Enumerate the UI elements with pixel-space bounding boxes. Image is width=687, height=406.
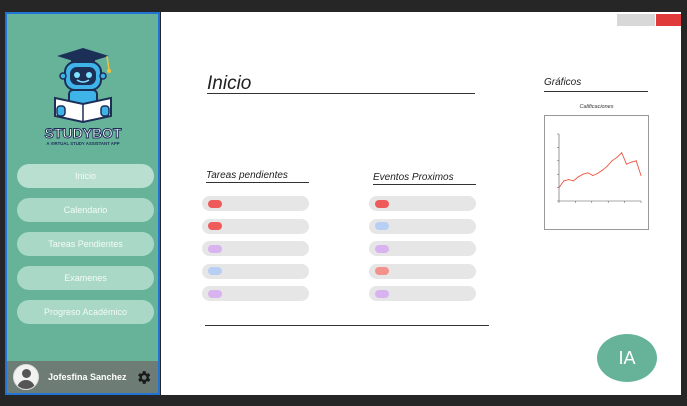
sidebar-item-inicio[interactable]: Inicio — [17, 164, 154, 188]
data-point — [635, 160, 637, 162]
task-item[interactable] — [202, 241, 309, 256]
close-button[interactable] — [656, 14, 681, 26]
event-priority-dot — [375, 267, 389, 275]
task-priority-dot — [208, 222, 222, 230]
sidebar-item-tareas-pendientes[interactable]: Tareas Pendientes — [17, 232, 154, 256]
tasks-divider — [206, 182, 309, 183]
data-point — [626, 163, 628, 165]
task-priority-dot — [208, 244, 222, 253]
data-point — [606, 165, 608, 167]
ia-assistant-button[interactable]: IA — [597, 334, 657, 382]
grades-chart: Calificaciones — [544, 104, 649, 230]
page-title: Inicio — [207, 73, 252, 94]
events-title: Eventos Proximos — [373, 172, 454, 183]
events-divider — [373, 184, 476, 185]
data-point — [621, 152, 623, 154]
user-avatar-icon[interactable] — [13, 364, 39, 390]
data-point — [630, 161, 632, 163]
task-priority-dot — [208, 289, 222, 298]
sidebar-item-progreso-academico[interactable]: Progreso Académico — [17, 300, 154, 324]
studybot-logo: STUDYBOT A VIRTUAL STUDY ASSISTANT APP — [44, 48, 122, 146]
task-item[interactable] — [202, 286, 309, 301]
data-point — [597, 173, 599, 175]
event-priority-dot — [375, 244, 389, 253]
event-item[interactable] — [369, 286, 476, 301]
data-point — [640, 175, 642, 177]
chart-title: Calificaciones — [579, 104, 614, 110]
brand-name: STUDYBOT — [45, 125, 122, 141]
gear-icon[interactable] — [135, 369, 152, 386]
task-item[interactable] — [202, 196, 309, 211]
brand-tagline: A VIRTUAL STUDY ASSISTANT APP — [46, 141, 119, 146]
data-point — [587, 172, 589, 174]
task-priority-dot — [208, 267, 222, 275]
series-line — [558, 151, 642, 188]
data-point — [577, 176, 579, 178]
data-point — [572, 180, 574, 182]
charts-divider — [544, 91, 648, 92]
event-priority-dot — [375, 222, 389, 230]
minimize-button[interactable] — [617, 14, 655, 26]
app-window: STUDYBOT A VIRTUAL STUDY ASSISTANT APP I… — [0, 0, 687, 406]
data-point — [592, 175, 594, 177]
sidebar-item-calendario[interactable]: Calendario — [17, 198, 154, 222]
sidebar: STUDYBOT A VIRTUAL STUDY ASSISTANT APP I… — [5, 12, 160, 395]
event-item[interactable] — [369, 263, 476, 279]
title-divider — [207, 93, 475, 94]
charts-title: Gráficos — [544, 77, 582, 88]
main-panel: Inicio Tareas pendientes Eventos Proximo… — [161, 12, 681, 395]
task-item[interactable] — [202, 218, 309, 234]
data-point — [568, 179, 570, 181]
events-list — [369, 196, 476, 309]
event-item[interactable] — [369, 241, 476, 256]
tasks-list — [202, 196, 309, 309]
chart-axes — [558, 134, 641, 202]
user-name: Jofesfina Sanchez — [48, 372, 127, 382]
tasks-title: Tareas pendientes — [206, 170, 288, 181]
content-divider — [205, 325, 489, 326]
sidebar-nav: Inicio Calendario Tareas Pendientes Exam… — [17, 164, 154, 334]
data-point — [563, 180, 565, 182]
sidebar-item-examenes[interactable]: Examenes — [17, 266, 154, 290]
task-priority-dot — [208, 199, 222, 208]
data-point — [558, 187, 560, 189]
data-point — [616, 156, 618, 158]
event-item[interactable] — [369, 218, 476, 234]
grades-chart-svg — [557, 133, 642, 203]
user-bar: Jofesfina Sanchez — [7, 361, 158, 393]
data-point — [601, 169, 603, 171]
event-item[interactable] — [369, 196, 476, 211]
event-priority-dot — [375, 199, 389, 208]
data-point — [611, 160, 613, 162]
event-priority-dot — [375, 289, 389, 298]
task-item[interactable] — [202, 263, 309, 279]
data-point — [582, 173, 584, 175]
